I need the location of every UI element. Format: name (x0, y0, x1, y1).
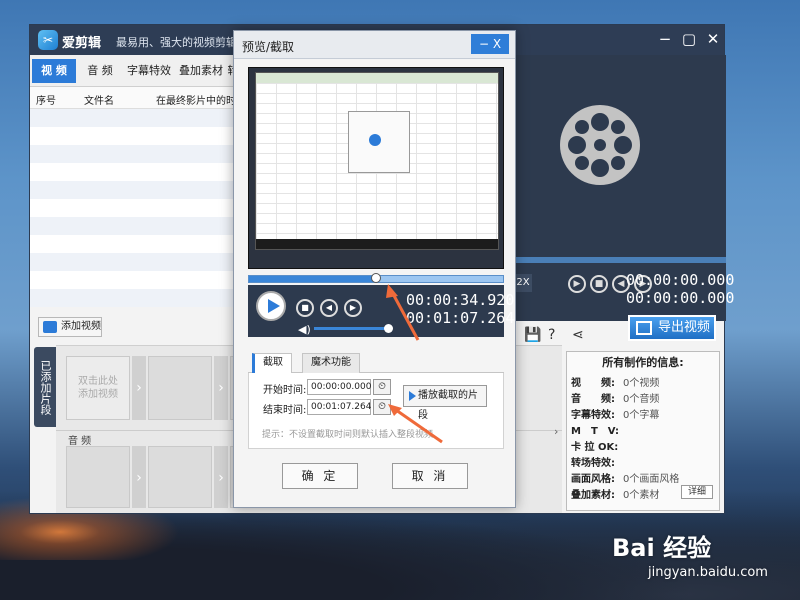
dialog-tabs: 截取 魔术功能 (248, 353, 504, 373)
detail-button[interactable]: 详细 (681, 485, 713, 499)
share-icon[interactable]: ⋖ (572, 327, 584, 343)
volume-slider[interactable] (314, 327, 386, 330)
info-row-karaoke: 卡 拉 OK: (571, 442, 619, 453)
video-preview (248, 67, 504, 269)
audio-track-label: 音 频 (68, 436, 92, 447)
watermark-brand: Bai 经验 (612, 534, 712, 562)
add-video-button[interactable]: 添加视频 (38, 317, 102, 337)
main-current-time: 00:00:00.000 (626, 271, 735, 289)
chevron-right-icon[interactable]: › (554, 425, 564, 445)
play-icon[interactable]: ▶ (568, 275, 586, 293)
export-icon (636, 321, 652, 335)
clip-slot[interactable] (148, 356, 212, 420)
tab-audio[interactable]: 音 频 (80, 59, 120, 83)
main-tabs: 视 频 音 频 字幕特效 叠加素材 转 (30, 55, 242, 87)
info-row-mtv: M T V: (571, 426, 620, 437)
export-video-button[interactable]: 导出视频 (628, 315, 716, 341)
project-info-panel: 所有制作的信息: 视 频: 0个视频 音 频: 0个音频 字幕特效: 0个字幕 M T… (566, 351, 720, 511)
main-time-display: 00:00:00.000 00:00:00.000 (626, 271, 734, 307)
tab-overlay[interactable]: 叠加素材 (176, 59, 226, 83)
dialog-current-time: 00:00:34.920 (406, 291, 515, 309)
watermark-url: jingyan.baidu.com (648, 565, 768, 580)
dialog-title-bar: 预览/截取 − X (234, 31, 515, 59)
added-clips-label: 已添加片段 (34, 347, 56, 427)
start-time-input[interactable]: 00:00:00.000 (307, 379, 371, 395)
dialog-time-display: 00:00:34.920 00:01:07.264 (406, 291, 514, 327)
film-reel-icon (560, 105, 640, 185)
app-logo-icon: ✂ (38, 30, 58, 50)
add-video-label: 添加视频 (61, 321, 101, 332)
main-total-time: 00:00:00.000 (626, 289, 735, 307)
start-time-label: 开始时间: (263, 385, 307, 396)
audio-slot[interactable] (66, 446, 130, 508)
dialog-total-time: 00:01:07.264 (406, 309, 515, 327)
info-title: 所有制作的信息: (602, 356, 684, 369)
preview-cut-dialog: 预览/截取 − X ■ ◀ ▶ ◀) 00:00:34.920 00:01:07… (233, 30, 516, 508)
info-row-subtitle: 字幕特效: 0个字幕 (571, 410, 660, 421)
chevron-right-icon: › (132, 356, 146, 420)
ok-button[interactable]: 确 定 (282, 463, 358, 489)
add-clip-hint: 双击此处 添加视频 (78, 376, 118, 400)
volume-icon: ◀) (298, 323, 311, 336)
prev-frame-icon[interactable]: ◀ (320, 299, 338, 317)
file-table-header: 序号 文件名 在最终影片中的时间 (30, 87, 242, 122)
main-seek-bar[interactable] (516, 257, 726, 263)
clock-icon[interactable]: ⏲ (373, 399, 391, 415)
chevron-right-icon: › (132, 446, 146, 508)
tab-video[interactable]: 视 频 (32, 59, 76, 83)
minimize-icon[interactable]: − (656, 30, 674, 48)
export-label: 导出视频 (658, 320, 711, 335)
col-index: 序号 (36, 96, 56, 107)
maximize-icon[interactable]: ▢ (680, 30, 698, 48)
info-row-transition: 转场特效: (571, 458, 615, 469)
info-row-overlay: 叠加素材: 0个素材 详细 (571, 485, 717, 501)
tab-cut[interactable]: 截取 (252, 353, 292, 373)
film-icon (43, 321, 57, 333)
dialog-title: 预览/截取 (242, 40, 295, 54)
volume-handle[interactable] (384, 324, 393, 333)
dialog-seek-bar[interactable] (248, 273, 504, 283)
app-name: 爱剪辑 (62, 36, 102, 51)
preview-frame (255, 72, 499, 250)
close-icon[interactable]: ✕ (704, 30, 722, 48)
end-time-input[interactable]: 00:01:07.264 (307, 399, 371, 415)
hint-text: 提示：不设置截取时间则默认插入整段视频 (262, 430, 434, 440)
info-row-video: 视 频: 0个视频 (571, 378, 660, 389)
next-frame-icon[interactable]: ▶ (344, 299, 362, 317)
play-button[interactable] (256, 291, 286, 321)
info-row-style: 画面风格: 0个画面风格 (571, 474, 680, 485)
audio-slot[interactable] (148, 446, 212, 508)
tab-magic[interactable]: 魔术功能 (302, 353, 360, 373)
stop-icon[interactable]: ■ (296, 299, 314, 317)
file-list[interactable] (30, 109, 242, 307)
save-icon[interactable]: 💾 (524, 327, 541, 343)
cancel-button[interactable]: 取 消 (392, 463, 468, 489)
dialog-close-button[interactable]: − X (471, 34, 509, 54)
dialog-player-controls: ■ ◀ ▶ ◀) 00:00:34.920 00:01:07.264 (248, 285, 514, 337)
tab-subtitles[interactable]: 字幕特效 (124, 59, 174, 83)
chevron-right-icon: › (214, 446, 228, 508)
seek-handle[interactable] (371, 273, 381, 283)
zoom-2x-button[interactable]: 2X (514, 274, 532, 292)
col-filename: 文件名 (84, 96, 114, 107)
help-icon[interactable]: ? (548, 327, 555, 343)
chevron-right-icon: › (214, 356, 228, 420)
info-row-audio: 音 频: 0个音频 (571, 394, 660, 405)
end-time-label: 结束时间: (263, 405, 307, 416)
clock-icon[interactable]: ⏲ (373, 379, 391, 395)
add-clip-slot[interactable]: 双击此处 添加视频 (66, 356, 130, 420)
play-cut-button[interactable]: 播放截取的片段 (403, 385, 487, 421)
seek-fill (249, 276, 376, 282)
stop-icon[interactable]: ■ (590, 275, 608, 293)
